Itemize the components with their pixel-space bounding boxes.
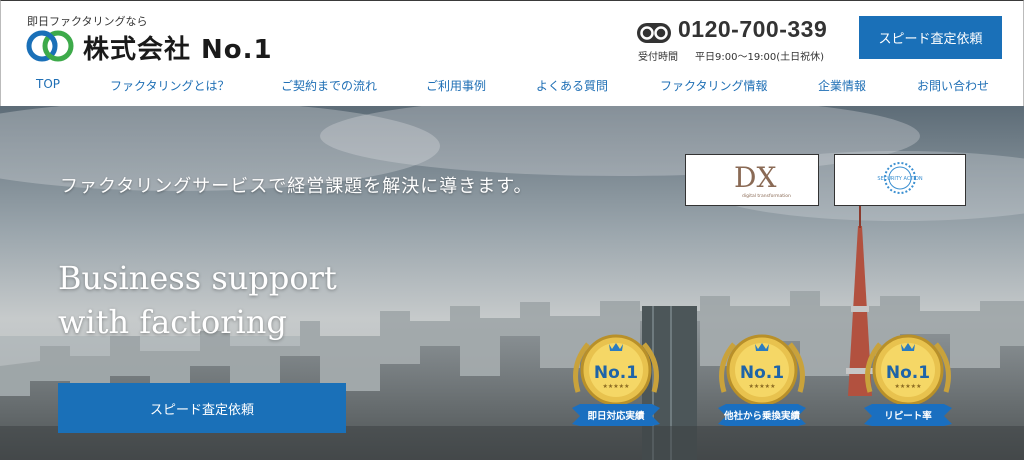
hours-label: 受付時間	[638, 52, 678, 63]
svg-text:★★★★★: ★★★★★	[603, 383, 630, 390]
medal-switch-from-others: No.1 ★★★★★ 他社から乗換実績	[718, 334, 806, 426]
security-action-logo-icon: SECURITY ACTION	[877, 162, 923, 194]
dx-certification-badge[interactable]: DX digital transformation	[685, 154, 819, 206]
nav-top[interactable]: TOP	[36, 77, 60, 91]
medal-label: リピート率	[884, 410, 932, 422]
dx-subtext: digital transformation	[742, 193, 791, 199]
phone-number[interactable]: 0120-700-339	[678, 16, 827, 43]
medal-rank: No.1	[886, 363, 930, 383]
swirl-logo-icon[interactable]	[26, 30, 74, 62]
hero-subtitle: ファクタリングサービスで経営課題を解決に導きます。	[60, 176, 533, 197]
medal-label: 他社から乗換実績	[723, 410, 801, 422]
svg-text:★★★★★: ★★★★★	[749, 383, 776, 390]
business-hours: 平日9:00〜19:00(土日祝休)	[695, 52, 825, 63]
hero-section: ファクタリングサービスで経営課題を解決に導きます。 Business suppo…	[0, 106, 1024, 460]
medal-rank: No.1	[594, 363, 638, 383]
speed-assessment-button[interactable]: スピード査定依頼	[859, 16, 1002, 59]
nav-contact[interactable]: お問い合わせ	[917, 77, 989, 94]
logo-tagline: 即日ファクタリングなら	[27, 15, 148, 28]
hero-title: Business support with factoring	[58, 256, 337, 344]
medal-same-day: No.1 ★★★★★ 即日対応実績	[572, 334, 660, 426]
dx-logo-icon: DX digital transformation	[734, 161, 791, 199]
security-action-text: SECURITY ACTION	[877, 176, 922, 182]
medal-rank: No.1	[740, 363, 784, 383]
nav-faq[interactable]: よくある質問	[536, 77, 608, 94]
svg-text:★★★★★: ★★★★★	[895, 383, 922, 390]
security-action-badge[interactable]: SECURITY ACTION	[834, 154, 966, 206]
hero-title-line1: Business support	[58, 259, 337, 297]
dx-mark: DX	[734, 161, 776, 194]
hero-speed-assessment-button[interactable]: スピード査定依頼	[58, 383, 346, 433]
medal-label: 即日対応実績	[587, 410, 645, 422]
nav-contract-flow[interactable]: ご契約までの流れ	[281, 77, 377, 94]
nav-factoring-info[interactable]: ファクタリング情報	[660, 77, 768, 94]
company-name[interactable]: 株式会社 No.1	[83, 29, 273, 66]
nav-about-factoring[interactable]: ファクタリングとは？	[110, 77, 230, 94]
nav-use-cases[interactable]: ご利用事例	[426, 77, 486, 94]
medal-repeat-rate: No.1 ★★★★★ リピート率	[864, 334, 952, 426]
free-dial-icon	[637, 23, 671, 43]
main-nav: TOP ファクタリングとは？ ご契約までの流れ ご利用事例 よくある質問 ファク…	[1, 77, 1024, 97]
site-header: 即日ファクタリングなら 株式会社 No.1 0120-700-339 受付時間 …	[0, 0, 1024, 106]
nav-company-info[interactable]: 企業情報	[818, 77, 866, 94]
hero-title-line2: with factoring	[58, 303, 287, 341]
